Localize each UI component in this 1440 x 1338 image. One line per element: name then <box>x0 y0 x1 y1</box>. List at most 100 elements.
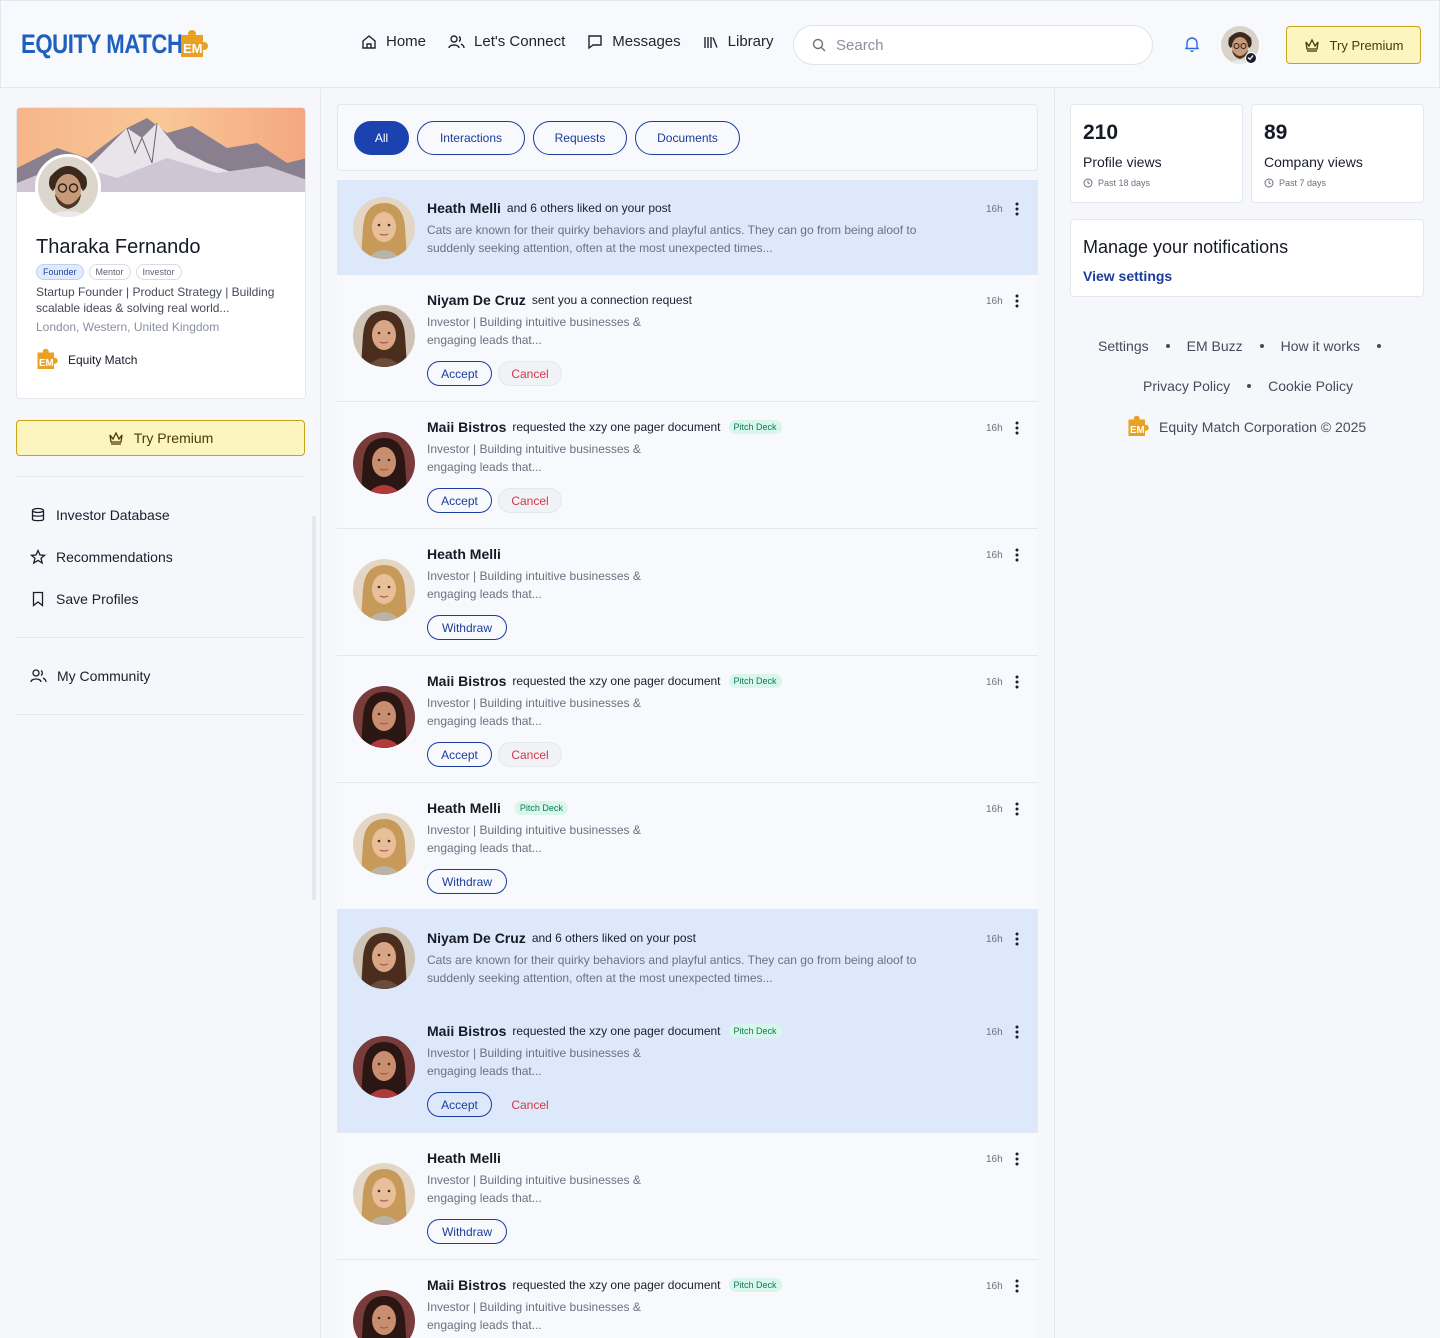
notification-avatar[interactable] <box>353 1163 415 1225</box>
notification-action: and 6 others liked on your post <box>531 931 696 945</box>
notification-sender[interactable]: Maii Bistros <box>427 673 506 689</box>
sidebar-try-premium-button[interactable]: Try Premium <box>16 420 305 456</box>
profile-avatar[interactable] <box>35 154 101 220</box>
copyright: EM Equity Match Corporation © 2025 <box>1127 415 1366 439</box>
notification-avatar[interactable] <box>353 813 415 875</box>
notification-item[interactable]: Heath Melli and 6 others liked on your p… <box>337 180 1038 275</box>
profile-company[interactable]: EM Equity Match <box>36 348 137 372</box>
manage-notifications-card: Manage your notifications View settings <box>1070 219 1424 297</box>
more-vertical-icon[interactable] <box>1015 421 1019 435</box>
accept-button[interactable]: Accept <box>427 488 492 513</box>
message-icon <box>588 34 602 49</box>
notification-item[interactable]: Heath Melli Investor | Building intuitiv… <box>337 529 1038 656</box>
notification-sender[interactable]: Maii Bistros <box>427 1023 506 1039</box>
cancel-button[interactable]: Cancel <box>498 488 562 513</box>
notification-time: 16h <box>986 550 1003 561</box>
notification-item[interactable]: Maii Bistros requested the xzy one pager… <box>337 1260 1038 1338</box>
footer-em-buzz-link[interactable]: EM Buzz <box>1187 338 1243 354</box>
separator-dot <box>1259 344 1264 348</box>
withdraw-button[interactable]: Withdraw <box>427 615 507 640</box>
accept-button[interactable]: Accept <box>427 742 492 767</box>
notification-item[interactable]: Niyam De Cruz and 6 others liked on your… <box>337 910 1038 1006</box>
svg-text:EM: EM <box>183 41 203 56</box>
nav-lets-connect[interactable]: Let's Connect <box>448 33 565 50</box>
notification-sender[interactable]: Niyam De Cruz <box>427 292 526 308</box>
more-vertical-icon[interactable] <box>1015 548 1019 562</box>
notification-avatar[interactable] <box>353 1036 415 1098</box>
more-vertical-icon[interactable] <box>1015 932 1019 946</box>
notification-item[interactable]: Heath Melli Investor | Building intuitiv… <box>337 1133 1038 1260</box>
company-views-card[interactable]: 89 Company views Past 7 days <box>1251 104 1424 203</box>
notification-sender[interactable]: Maii Bistros <box>427 419 506 435</box>
crown-icon <box>1304 38 1319 52</box>
notification-header: Heath Melli <box>427 546 507 562</box>
header-try-premium-button[interactable]: Try Premium <box>1286 26 1421 64</box>
notification-item[interactable]: Niyam De Cruz sent you a connection requ… <box>337 275 1038 402</box>
footer-privacy-policy-link[interactable]: Privacy Policy <box>1143 378 1230 394</box>
more-vertical-icon[interactable] <box>1015 1152 1019 1166</box>
search-input[interactable] <box>836 36 1116 54</box>
verified-badge-icon <box>1245 52 1257 64</box>
stat-label: Profile views <box>1083 154 1162 170</box>
cancel-button[interactable]: Cancel <box>498 1092 562 1117</box>
accept-button[interactable]: Accept <box>427 1092 492 1117</box>
more-vertical-icon[interactable] <box>1015 802 1019 816</box>
notification-header: Maii Bistros requested the xzy one pager… <box>427 1023 782 1039</box>
notification-avatar[interactable] <box>353 686 415 748</box>
notification-body: Investor | Building intuitive businesses… <box>427 569 641 601</box>
notification-avatar[interactable] <box>353 1290 415 1338</box>
more-vertical-icon[interactable] <box>1015 202 1019 216</box>
profile-headline: Startup Founder | Product Strategy | Bui… <box>36 285 275 315</box>
bell-icon[interactable] <box>1183 35 1201 53</box>
notification-avatar[interactable] <box>353 305 415 367</box>
notification-sender[interactable]: Heath Melli <box>427 200 501 216</box>
more-vertical-icon[interactable] <box>1015 294 1019 308</box>
notification-item[interactable]: Heath Melli Pitch Deck Investor | Buildi… <box>337 783 1038 910</box>
footer-cookie-policy-link[interactable]: Cookie Policy <box>1268 378 1353 394</box>
notification-sender[interactable]: Heath Melli <box>427 546 501 562</box>
notification-item[interactable]: Maii Bistros requested the xzy one pager… <box>337 656 1038 783</box>
sidebar-scrollbar[interactable] <box>312 516 316 900</box>
nav-messages[interactable]: Messages <box>587 33 681 50</box>
filter-requests[interactable]: Requests <box>533 121 627 155</box>
filter-interactions[interactable]: Interactions <box>417 121 525 155</box>
more-vertical-icon[interactable] <box>1015 1025 1019 1039</box>
notification-item[interactable]: Maii Bistros requested the xzy one pager… <box>337 402 1038 529</box>
brand-logo[interactable]: EQUITY MATCH EM <box>21 29 218 60</box>
notification-avatar[interactable] <box>353 432 415 494</box>
notification-header: Heath Melli <box>427 1150 507 1166</box>
cancel-button[interactable]: Cancel <box>498 742 562 767</box>
sidebar-item-recommendations[interactable]: Recommendations <box>30 549 173 565</box>
notification-sender[interactable]: Heath Melli <box>427 1150 501 1166</box>
sidebar-item-my-community[interactable]: My Community <box>30 668 150 684</box>
notification-body: Investor | Building intuitive businesses… <box>427 1046 641 1078</box>
nav-library[interactable]: Library <box>703 33 774 50</box>
notification-sender[interactable]: Maii Bistros <box>427 1277 506 1293</box>
sidebar-item-save-profiles[interactable]: Save Profiles <box>30 591 138 607</box>
withdraw-button[interactable]: Withdraw <box>427 1219 507 1244</box>
notification-action: requested the xzy one pager document <box>512 1278 721 1292</box>
pitch-deck-tag: Pitch Deck <box>728 674 782 688</box>
search-bar[interactable] <box>793 25 1153 65</box>
nav-home-label: Home <box>386 33 427 50</box>
more-vertical-icon[interactable] <box>1015 675 1019 689</box>
more-vertical-icon[interactable] <box>1015 1279 1019 1293</box>
nav-home[interactable]: Home <box>361 33 426 50</box>
notification-avatar[interactable] <box>353 927 415 989</box>
notification-sender[interactable]: Heath Melli <box>427 800 501 816</box>
withdraw-button[interactable]: Withdraw <box>427 869 507 894</box>
profile-views-card[interactable]: 210 Profile views Past 18 days <box>1070 104 1243 203</box>
cancel-button[interactable]: Cancel <box>498 361 562 386</box>
sidebar-premium-label: Try Premium <box>133 430 214 446</box>
accept-button[interactable]: Accept <box>427 361 492 386</box>
notification-avatar[interactable] <box>353 197 415 259</box>
footer-settings-link[interactable]: Settings <box>1098 338 1149 354</box>
notification-item[interactable]: Maii Bistros requested the xzy one pager… <box>337 1006 1038 1133</box>
view-settings-link[interactable]: View settings <box>1083 268 1172 284</box>
footer-how-it-works-link[interactable]: How it works <box>1281 338 1360 354</box>
notification-sender[interactable]: Niyam De Cruz <box>427 930 526 946</box>
notification-avatar[interactable] <box>353 559 415 621</box>
filter-documents[interactable]: Documents <box>635 121 740 155</box>
filter-all[interactable]: All <box>354 121 409 155</box>
sidebar-item-investor-database[interactable]: Investor Database <box>30 507 170 523</box>
